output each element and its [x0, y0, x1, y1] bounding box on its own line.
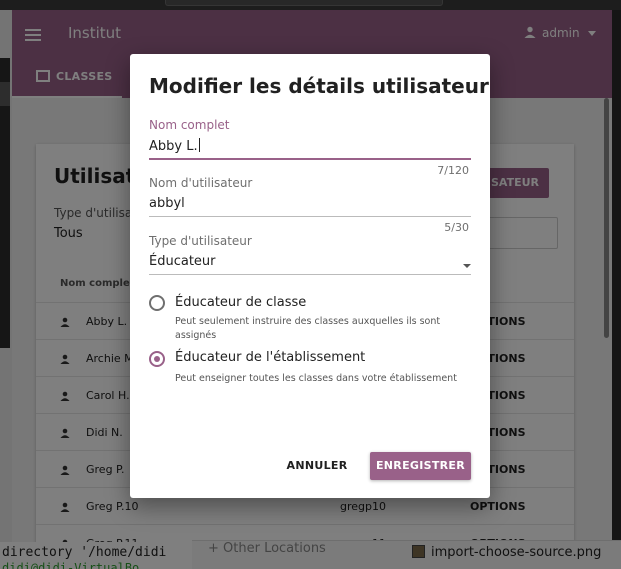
user-type-label: Type d'utilisateur: [149, 234, 252, 248]
text-cursor: [198, 138, 200, 152]
radio-class-educator-desc: Peut seulement instruire des classes aux…: [175, 316, 441, 341]
user-type-value: Éducateur: [149, 254, 216, 269]
radio-facility-educator-desc: Peut enseigner toutes les classes dans v…: [175, 373, 457, 384]
username-field[interactable]: Nom d'utilisateur abbyl: [149, 176, 471, 217]
full-name-field[interactable]: Nom complet Abby L.: [149, 118, 471, 160]
username-label: Nom d'utilisateur: [149, 176, 253, 190]
full-name-label: Nom complet: [149, 118, 230, 132]
radio-facility-educator[interactable]: [149, 351, 165, 367]
save-button[interactable]: ENREGISTRER: [370, 452, 471, 480]
edit-user-modal: Modifier les détails utilisateur Nom com…: [130, 54, 490, 498]
username-counter: 5/30: [444, 221, 469, 234]
full-name-input[interactable]: Abby L.: [149, 139, 198, 154]
user-type-underline: [149, 274, 471, 275]
username-input[interactable]: abbyl: [149, 196, 471, 216]
radio-class-educator-label[interactable]: Éducateur de classe: [175, 295, 306, 310]
modal-title: Modifier les détails utilisateur: [149, 74, 489, 98]
user-type-select[interactable]: Type d'utilisateur Éducateur: [149, 234, 471, 275]
username-underline: [149, 216, 471, 217]
cancel-button[interactable]: ANNULER: [280, 452, 354, 480]
radio-class-educator[interactable]: [149, 295, 165, 311]
full-name-underline: [149, 158, 471, 160]
radio-facility-educator-label[interactable]: Éducateur de l'établissement: [175, 350, 365, 365]
dropdown-arrow-icon: [463, 264, 471, 268]
